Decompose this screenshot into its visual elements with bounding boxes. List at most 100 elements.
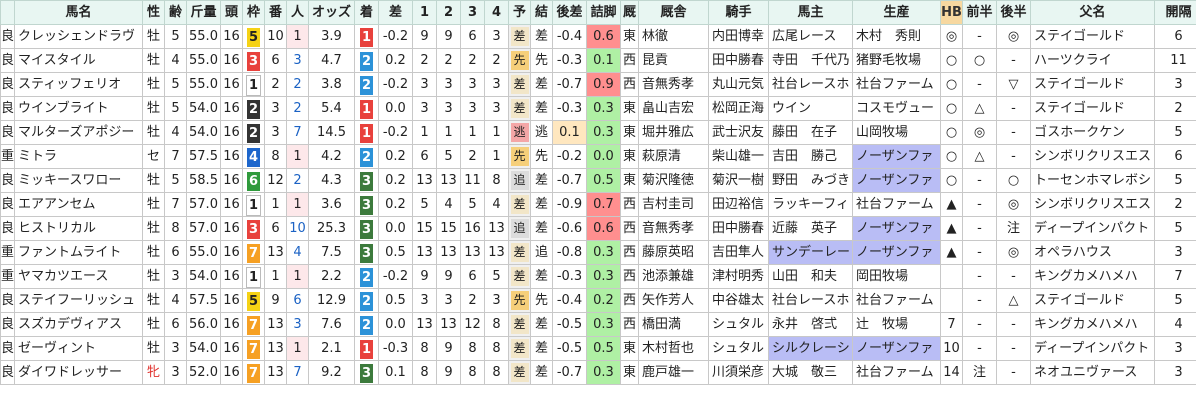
corner-1: 6 xyxy=(412,144,437,169)
horse-name[interactable]: ダイワドレッサー xyxy=(14,360,143,385)
horse-name[interactable]: ミトラ xyxy=(14,144,143,169)
header-agari[interactable]: 詰脚 xyxy=(586,0,621,25)
odds-text: 9.2 xyxy=(321,365,342,380)
horse-name[interactable]: マイスタイル xyxy=(14,48,143,73)
header-corner1[interactable]: 1 xyxy=(412,0,437,25)
header-owner[interactable]: 馬主 xyxy=(768,0,853,25)
table-row[interactable]: 良スティッフェリオ牡 5 55.0 16 1 2 2 3.8 2 -0.2 3 3 3 3 差差 -0.7 0.… xyxy=(0,72,1196,97)
header-corner3[interactable]: 3 xyxy=(460,0,485,25)
header-odds[interactable]: オッズ xyxy=(308,0,355,25)
header-horse-name[interactable]: 馬名 xyxy=(14,0,143,25)
header-sire[interactable]: 父名 xyxy=(1030,0,1155,25)
table-row[interactable]: 良ゼーヴィント牡 3 54.0 16 7 13 1 2.1 1 -0.3 8 9 8 8 差差 -0.5 0.5… xyxy=(0,336,1196,361)
header-corner2[interactable]: 2 xyxy=(436,0,461,25)
jockey: 川須栄彦 xyxy=(708,360,769,385)
corner-4-text: 13 xyxy=(488,245,505,260)
corner-1-text: 15 xyxy=(416,221,433,236)
corner-3-text: 11 xyxy=(464,173,481,188)
corner-4: 8 xyxy=(484,312,509,337)
interval-text: 7 xyxy=(1174,269,1183,284)
sire-text: トーセンホマレボシ xyxy=(1034,173,1152,188)
table-row[interactable]: 重ファントムライト牡 6 55.0 16 7 13 4 7.5 3 0.5 13 13 13 13 差追 -0… xyxy=(0,240,1196,265)
table-row[interactable]: 良ダイワドレッサー牝 3 52.0 16 7 13 7 9.2 3 0.1 8 9 8 8 差差 -0.7 0.… xyxy=(0,360,1196,385)
header-age[interactable]: 齢 xyxy=(164,0,187,25)
header-ninki[interactable]: 人 xyxy=(286,0,309,25)
header-hb[interactable]: HB xyxy=(940,0,963,25)
corner-3-text: 6 xyxy=(468,269,477,284)
header-sa[interactable]: 差 xyxy=(378,0,413,25)
horse-name[interactable]: クレッシェンドラヴ xyxy=(14,24,143,49)
header-kinryo[interactable]: 斤量 xyxy=(186,0,221,25)
table-row[interactable]: 重ヤマカツエース牡 3 54.0 16 1 1 1 2.2 2 -0.2 9 9 6 5 差差 -0.3 0.3… xyxy=(0,264,1196,289)
interval: 2 xyxy=(1154,192,1196,217)
header-jockey[interactable]: 騎手 xyxy=(708,0,769,25)
header-chaku[interactable]: 着 xyxy=(354,0,379,25)
umaban-text: 6 xyxy=(271,53,280,68)
table-row[interactable]: 良スズカデヴィアス牡 6 56.0 16 7 13 3 7.6 2 0.0 13 13 12 8 差差 -0.… xyxy=(0,312,1196,337)
horse-name[interactable]: スティッフェリオ xyxy=(14,72,143,97)
result-style: 差 xyxy=(530,312,553,337)
finish-badge: 1 xyxy=(360,99,373,119)
tosu: 16 xyxy=(220,240,243,265)
header-tosu[interactable]: 頭 xyxy=(220,0,243,25)
trainer: 橋田満 xyxy=(638,312,709,337)
owner: ラッキーフィ xyxy=(768,192,853,217)
finish-badge: 2 xyxy=(360,291,373,311)
finish-badge: 1 xyxy=(360,123,373,143)
table-row[interactable]: 良ステイフーリッシュ牡 4 57.5 16 5 9 6 12.9 2 0.5 3 3 2 3 先先 -0.4 0… xyxy=(0,288,1196,313)
horse-name[interactable]: ウインブライト xyxy=(14,96,143,121)
kinryo-text: 58.5 xyxy=(189,173,218,188)
horse-name[interactable]: マルターズアポジー xyxy=(14,120,143,145)
sire-text: ディープインパクト xyxy=(1034,341,1150,356)
predicted-style-badge: 差 xyxy=(510,27,529,46)
header-trainer[interactable]: 厩舎 xyxy=(638,0,709,25)
zenhan-mark-text: - xyxy=(977,245,982,260)
header-zenhan[interactable]: 前半 xyxy=(962,0,997,25)
horse-name[interactable]: エアアンセム xyxy=(14,192,143,217)
horse-name[interactable]: ヒストリカル xyxy=(14,216,143,241)
header-kekka[interactable]: 結 xyxy=(530,0,553,25)
table-row[interactable]: 良エアアンセム牡 7 57.0 16 1 1 1 3.6 3 0.2 5 4 5 4 差差 -0.9 0.7 西吉… xyxy=(0,192,1196,217)
margin-text: -0.2 xyxy=(382,269,409,284)
header-sex[interactable]: 性 xyxy=(142,0,165,25)
zenhan-mark-text: - xyxy=(977,221,982,236)
header-zoku[interactable]: 厩 xyxy=(620,0,639,25)
umaban: 13 xyxy=(264,240,287,265)
closing-speed-text: 0.2 xyxy=(593,293,614,308)
corner-3-text: 8 xyxy=(468,341,477,356)
header-interval[interactable]: 開隔 xyxy=(1154,0,1196,25)
header-umaban[interactable]: 番 xyxy=(264,0,287,25)
hb-mark: ○ xyxy=(940,144,963,169)
final-diff: -0.7 xyxy=(552,72,587,97)
umaban-text: 9 xyxy=(271,293,280,308)
horse-name[interactable]: ファントムライト xyxy=(14,240,143,265)
header-waku[interactable]: 枠 xyxy=(242,0,265,25)
kinryo: 56.0 xyxy=(186,312,221,337)
corner-3: 11 xyxy=(460,168,485,193)
table-row[interactable]: 良ウインブライト牡 5 54.0 16 2 3 2 5.4 1 0.0 3 3 3 3 差差 -0.3 0.3 東… xyxy=(0,96,1196,121)
horse-name[interactable]: ヤマカツエース xyxy=(14,264,143,289)
final-diff: -0.3 xyxy=(552,48,587,73)
header-breeder[interactable]: 生産 xyxy=(852,0,941,25)
header-kousa[interactable]: 後差 xyxy=(552,0,587,25)
table-row[interactable]: 良ミッキースワロー牡 5 58.5 16 6 12 2 4.3 3 0.2 13 13 11 8 追差 -0.… xyxy=(0,168,1196,193)
age: 8 xyxy=(164,216,187,241)
table-row[interactable]: 良マルターズアポジー牡 4 54.0 16 2 3 7 14.5 1 -0.2 1 1 1 1 逃逃 0.1 0… xyxy=(0,120,1196,145)
horse-name[interactable]: ミッキースワロー xyxy=(14,168,143,193)
header-kouhan[interactable]: 後半 xyxy=(996,0,1031,25)
ninki-text: 1 xyxy=(293,149,302,164)
table-row[interactable]: 良マイスタイル牡 4 55.0 16 3 6 3 4.7 2 0.2 2 2 2 2 先先 -0.3 0.1 西昆… xyxy=(0,48,1196,73)
ninki: 7 xyxy=(286,120,309,145)
horse-name[interactable]: ゼーヴィント xyxy=(14,336,143,361)
horse-name[interactable]: スズカデヴィアス xyxy=(14,312,143,337)
header-yoso[interactable]: 予 xyxy=(508,0,531,25)
table-row[interactable]: 重ミトラセ 7 57.5 16 4 8 1 4.2 2 0.2 6 5 2 1 先先 -0.2 0.0 東萩原清柴… xyxy=(0,144,1196,169)
predicted-style-badge: 先 xyxy=(510,147,529,166)
result-style-text: 逃 xyxy=(534,125,548,140)
table-row[interactable]: 良ヒストリカル牡 8 57.0 16 3 6 10 25.3 3 0.0 15 15 16 13 追差 -0.… xyxy=(0,216,1196,241)
header-corner4[interactable]: 4 xyxy=(484,0,509,25)
horse-name[interactable]: ステイフーリッシュ xyxy=(14,288,143,313)
jockey: 田中勝春 xyxy=(708,216,769,241)
table-row[interactable]: 良クレッシェンドラヴ牡 5 55.0 16 5 10 1 3.9 1 -0.2 9 9 6 3 差差 -0.4… xyxy=(0,24,1196,49)
trainer: 音無秀孝 xyxy=(638,72,709,97)
